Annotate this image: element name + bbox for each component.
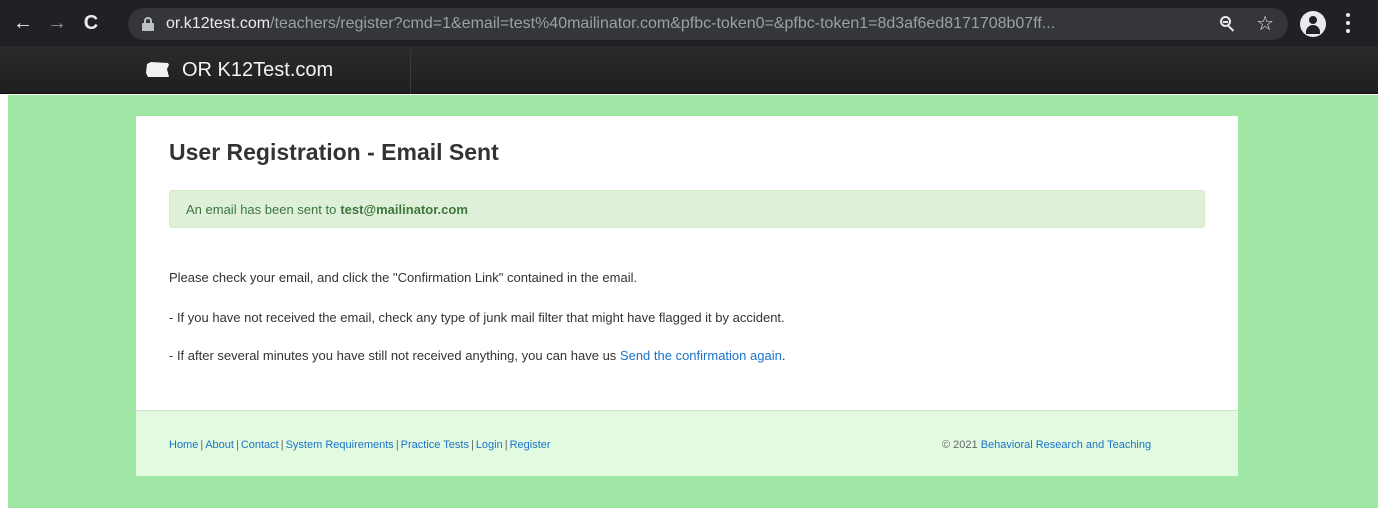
browser-toolbar: ← → C or.k12test.com/teachers/register?c… xyxy=(0,0,1378,46)
brand-name: OR K12Test.com xyxy=(182,58,334,81)
instruction-text: Please check your email, and click the "… xyxy=(169,270,638,285)
resend-hint-text: - If after several minutes you have stil… xyxy=(169,348,617,363)
footer-separator: | xyxy=(235,439,239,451)
site-navbar: OR K12Test.com xyxy=(0,46,1378,94)
brand-link[interactable]: OR K12Test.com xyxy=(146,46,333,94)
junk-mail-hint: - If you have not received the email, ch… xyxy=(169,310,785,325)
oregon-state-icon xyxy=(146,62,169,77)
alert-email: test@mailinator.com xyxy=(340,201,468,217)
success-alert: An email has been sent to test@mailinato… xyxy=(169,190,1205,228)
url-text[interactable]: or.k12test.com/teachers/register?cmd=1&e… xyxy=(166,15,1166,33)
footer-separator: | xyxy=(200,439,204,451)
footer-link-system-requirements[interactable]: System Requirements xyxy=(286,439,394,451)
footer-link-about[interactable]: About xyxy=(205,439,234,451)
content-panel: User Registration - Email Sent An email … xyxy=(136,116,1238,410)
reload-icon[interactable]: C xyxy=(76,8,106,38)
lock-icon xyxy=(142,17,154,31)
footer-link-contact[interactable]: Contact xyxy=(241,439,279,451)
footer-separator: | xyxy=(470,439,474,451)
alert-message: An email has been sent to xyxy=(186,201,337,217)
profile-avatar-icon[interactable] xyxy=(1300,11,1326,37)
copyright-link[interactable]: Behavioral Research and Teaching xyxy=(981,439,1151,451)
copyright-text: © 2021 xyxy=(942,439,978,451)
resend-confirmation-link[interactable]: Send the confirmation again xyxy=(620,348,782,363)
browser-menu-icon[interactable] xyxy=(1345,13,1351,33)
page-left-edge xyxy=(0,95,8,508)
address-bar[interactable]: or.k12test.com/teachers/register?cmd=1&e… xyxy=(128,8,1288,40)
footer-separator: | xyxy=(395,439,399,451)
bookmark-star-icon[interactable]: ☆ xyxy=(1256,14,1274,34)
resend-hint: - If after several minutes you have stil… xyxy=(169,348,785,363)
footer-link-register[interactable]: Register xyxy=(510,439,551,451)
url-path: /teachers/register?cmd=1&email=test%40ma… xyxy=(270,15,1056,32)
footer-link-home[interactable]: Home xyxy=(169,439,198,451)
navbar-divider xyxy=(410,50,411,94)
footer-link-practice-tests[interactable]: Practice Tests xyxy=(401,439,469,451)
url-host: or.k12test.com xyxy=(166,15,271,32)
page-footer: Home | About | Contact | System Requirements | P… xyxy=(136,410,1238,476)
footer-link-login[interactable]: Login xyxy=(476,439,503,451)
footer-separator: | xyxy=(280,439,284,451)
page-title: User Registration - Email Sent xyxy=(169,139,499,165)
resend-hint-suffix: . xyxy=(781,348,786,363)
back-arrow-icon[interactable]: ← xyxy=(8,8,38,38)
footer-nav: Home | About | Contact | System Requirements | P… xyxy=(169,439,551,451)
footer-separator: | xyxy=(504,439,508,451)
forward-arrow-icon[interactable]: → xyxy=(42,8,72,38)
copyright: © 2021 Behavioral Research and Teaching xyxy=(942,439,1151,451)
zoom-out-icon[interactable] xyxy=(1220,16,1236,32)
